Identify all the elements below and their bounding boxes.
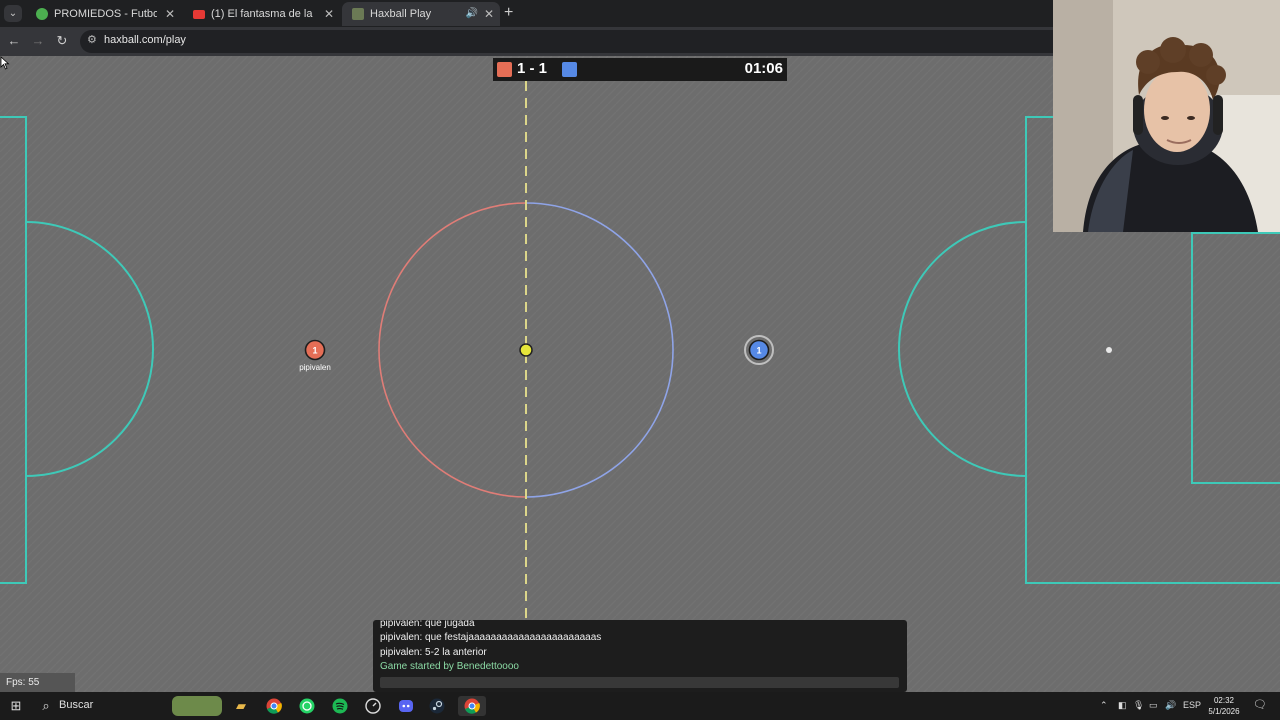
tab-title: Haxball Play <box>370 8 432 20</box>
widgets-icon[interactable] <box>172 696 222 716</box>
tab-title: (1) El fantasma de la B está lleg <box>211 8 316 20</box>
tab-haxball[interactable]: Haxball Play 🔊 ✕ <box>342 2 500 26</box>
tab-youtube[interactable]: (1) El fantasma de la B está lleg ✕ <box>183 2 340 26</box>
match-timer: 01:06 <box>744 60 783 77</box>
tab-promiedos[interactable]: PROMIEDOS - Futbol Argentino ✕ <box>26 2 181 26</box>
speaker-icon[interactable]: 🔊 <box>466 2 478 26</box>
taskbar: ⊞ ⌕ Buscar ▰ ⌃ ◧ 🎙 ▭ 🔊 ESP 02:32 5/1/202… <box>0 692 1280 720</box>
streamer-webcam-image <box>1053 0 1280 232</box>
clock-app-icon[interactable] <box>363 696 383 716</box>
close-tab-icon[interactable]: ✕ <box>165 2 175 26</box>
url-text: haxball.com/play <box>104 34 186 46</box>
file-explorer-icon[interactable]: ▰ <box>231 696 251 716</box>
youtube-favicon-icon <box>193 10 205 19</box>
forward-arrow-icon[interactable]: → <box>29 32 47 50</box>
red-player-name: pipivalen <box>299 363 331 372</box>
notifications-icon[interactable]: 🗨 <box>1253 698 1267 711</box>
haxball-favicon-icon <box>352 8 364 20</box>
right-penalty-spot <box>1106 347 1112 353</box>
new-tab-button[interactable]: + <box>504 3 513 23</box>
discord-icon[interactable] <box>396 696 416 716</box>
tray-overflow-icon[interactable]: ⌃ <box>1100 700 1108 711</box>
blue-player-number: 1 <box>756 346 761 356</box>
red-player: 1 <box>304 339 326 361</box>
reload-icon[interactable]: ↻ <box>53 32 71 50</box>
ball <box>519 343 533 357</box>
search-icon[interactable]: ⌕ <box>36 696 56 716</box>
close-tab-icon[interactable]: ✕ <box>324 2 334 26</box>
windows-icon[interactable]: ⊞ <box>6 696 26 716</box>
microphone-icon[interactable]: 🎙 <box>1133 700 1144 711</box>
chat-panel: pipivalen: que jugada pipivalen: que fes… <box>373 620 907 692</box>
tab-title: PROMIEDOS - Futbol Argentino <box>54 8 157 20</box>
blue-team-icon <box>562 62 577 77</box>
red-player-number: 1 <box>312 346 317 356</box>
webcam-overlay <box>1053 0 1280 232</box>
score-text: 1 - 1 <box>517 60 548 77</box>
chat-message: pipivalen: que jugada <box>380 620 475 629</box>
system-time: 02:32 <box>1213 696 1235 705</box>
system-clock[interactable]: 02:32 5/1/2026 <box>1204 695 1244 717</box>
site-info-icon[interactable]: ⚙ <box>87 33 97 46</box>
tray-app-icon[interactable]: ◧ <box>1118 700 1127 711</box>
red-team-icon <box>497 62 512 77</box>
steam-icon[interactable] <box>427 696 447 716</box>
language-indicator[interactable]: ESP <box>1183 700 1201 710</box>
system-date: 5/1/2026 <box>1208 707 1240 716</box>
fps-counter: Fps: 55 <box>0 673 75 692</box>
volume-icon[interactable]: 🔊 <box>1165 700 1176 711</box>
chrome-icon[interactable] <box>264 696 284 716</box>
blue-player: 1 <box>744 335 774 365</box>
chat-message: pipivalen: que festajaaaaaaaaaaaaaaaaaaa… <box>380 632 602 643</box>
tab-search-button[interactable]: ⌄ <box>4 5 22 22</box>
whatsapp-icon[interactable] <box>297 696 317 716</box>
spotify-icon[interactable] <box>330 696 350 716</box>
chat-system-message: Game started by Benedettoooo <box>380 661 519 672</box>
mouse-cursor-icon <box>0 56 10 70</box>
taskbar-search-label[interactable]: Buscar <box>59 699 93 711</box>
chat-input[interactable] <box>380 677 899 688</box>
promiedos-favicon-icon <box>36 8 48 20</box>
scoreboard: 1 - 1 01:06 <box>493 58 787 81</box>
chrome-active-icon[interactable] <box>458 696 486 716</box>
back-arrow-icon[interactable]: ← <box>5 32 23 50</box>
close-tab-icon[interactable]: ✕ <box>484 2 494 26</box>
chat-message: pipivalen: 5-2 la anterior <box>380 647 487 658</box>
network-icon[interactable]: ▭ <box>1149 700 1158 711</box>
